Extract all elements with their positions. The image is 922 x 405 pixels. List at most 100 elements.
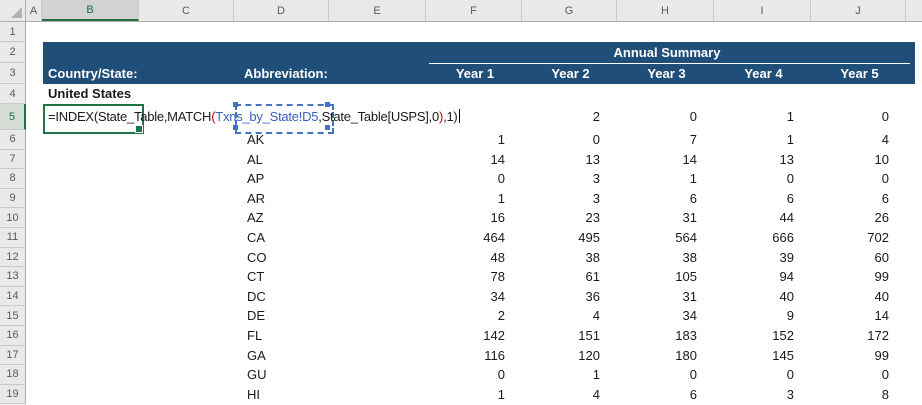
- row-header-2[interactable]: 2: [0, 42, 26, 63]
- row-header-5[interactable]: 5: [0, 104, 26, 130]
- cell-value[interactable]: 6: [618, 385, 715, 405]
- cell-value[interactable]: 142: [427, 326, 523, 346]
- cell-abbreviation[interactable]: AZ: [235, 208, 330, 228]
- select-all-corner[interactable]: [0, 0, 26, 21]
- row-header-17[interactable]: 17: [0, 345, 26, 366]
- year-header-3[interactable]: Year 3: [618, 63, 715, 84]
- year-header-4[interactable]: Year 4: [715, 63, 812, 84]
- row-header-8[interactable]: 8: [0, 169, 26, 189]
- cell-value[interactable]: 1: [715, 130, 812, 150]
- cell-value[interactable]: 34: [618, 306, 715, 326]
- cell-value[interactable]: 0: [618, 365, 715, 385]
- row-header-10[interactable]: 10: [0, 208, 26, 228]
- cell-value[interactable]: 2: [523, 104, 618, 130]
- cell-value[interactable]: 36: [523, 287, 618, 307]
- cell-value[interactable]: 0: [523, 130, 618, 150]
- cell-abbreviation[interactable]: AP: [235, 169, 330, 189]
- column-header-i[interactable]: I: [714, 0, 811, 21]
- cell-value[interactable]: 3: [523, 189, 618, 209]
- cell-abbreviation[interactable]: GA: [235, 346, 330, 366]
- cell-value[interactable]: 78: [427, 267, 523, 287]
- cell-value[interactable]: 94: [715, 267, 812, 287]
- cell-value[interactable]: 183: [618, 326, 715, 346]
- row-header-11[interactable]: 11: [0, 227, 26, 248]
- column-header-c[interactable]: C: [139, 0, 234, 21]
- cell-value[interactable]: 99: [812, 346, 907, 366]
- cell-value[interactable]: 0: [812, 365, 907, 385]
- column-header-f[interactable]: F: [426, 0, 522, 21]
- cell-value[interactable]: 151: [523, 326, 618, 346]
- column-header-j[interactable]: J: [811, 0, 906, 21]
- cell-value[interactable]: 38: [618, 248, 715, 268]
- column-header-h[interactable]: H: [617, 0, 714, 21]
- annual-summary-header[interactable]: Annual Summary: [427, 42, 907, 63]
- column-header-g[interactable]: G: [522, 0, 617, 21]
- row-header-7[interactable]: 7: [0, 149, 26, 170]
- cell-value[interactable]: 48: [427, 248, 523, 268]
- cell-value[interactable]: 702: [812, 228, 907, 248]
- cell-value[interactable]: 40: [715, 287, 812, 307]
- cell-value[interactable]: 0: [715, 365, 812, 385]
- cell-value[interactable]: 4: [523, 306, 618, 326]
- cell-abbreviation[interactable]: AK: [235, 130, 330, 150]
- cell-value[interactable]: 1: [715, 104, 812, 130]
- cell-abbreviation[interactable]: CT: [235, 267, 330, 287]
- cell-value[interactable]: 1: [427, 189, 523, 209]
- cell-value[interactable]: 13: [523, 150, 618, 170]
- cell-value[interactable]: 7: [618, 130, 715, 150]
- cell-value[interactable]: 4: [523, 385, 618, 405]
- cell-value[interactable]: 3: [715, 385, 812, 405]
- cell-value[interactable]: 1: [427, 130, 523, 150]
- cell-country-united-states[interactable]: United States: [48, 84, 131, 104]
- cell-value[interactable]: 172: [812, 326, 907, 346]
- column-header-e[interactable]: E: [329, 0, 426, 21]
- row-header-14[interactable]: 14: [0, 286, 26, 307]
- cell-value[interactable]: 16: [427, 208, 523, 228]
- cell-value[interactable]: 0: [427, 169, 523, 189]
- cell-value[interactable]: 99: [812, 267, 907, 287]
- cell-abbreviation[interactable]: DC: [235, 287, 330, 307]
- cell-value[interactable]: 31: [618, 287, 715, 307]
- cell-value[interactable]: 1: [618, 169, 715, 189]
- cell-value[interactable]: 0: [427, 365, 523, 385]
- cell-value[interactable]: 6: [618, 189, 715, 209]
- year-header-5[interactable]: Year 5: [812, 63, 907, 84]
- row-header-15[interactable]: 15: [0, 306, 26, 326]
- cell-value[interactable]: 14: [427, 150, 523, 170]
- cell-value[interactable]: 0: [618, 104, 715, 130]
- cell-value[interactable]: 23: [523, 208, 618, 228]
- row-header-12[interactable]: 12: [0, 247, 26, 268]
- cell-value[interactable]: 9: [715, 306, 812, 326]
- cell-abbreviation[interactable]: DE: [235, 306, 330, 326]
- formula-edit-text[interactable]: =INDEX(State_Table,MATCH(Txns_by_State!D…: [48, 104, 460, 130]
- cell-value[interactable]: 3: [523, 169, 618, 189]
- cell-value[interactable]: 152: [715, 326, 812, 346]
- cell-abbreviation[interactable]: AL: [235, 150, 330, 170]
- column-header-a[interactable]: A: [26, 0, 42, 21]
- cell-value[interactable]: 2: [427, 306, 523, 326]
- cell-value[interactable]: 40: [812, 287, 907, 307]
- row-header-3[interactable]: 3: [0, 63, 26, 84]
- country-state-header[interactable]: Country/State:: [48, 63, 138, 84]
- cell-value[interactable]: 6: [715, 189, 812, 209]
- cell-value[interactable]: 39: [715, 248, 812, 268]
- cell-abbreviation[interactable]: GU: [235, 365, 330, 385]
- column-header-d[interactable]: D: [234, 0, 329, 21]
- cell-abbreviation[interactable]: FL: [235, 326, 330, 346]
- row-header-6[interactable]: 6: [0, 130, 26, 150]
- cell-value[interactable]: 145: [715, 346, 812, 366]
- row-header-18[interactable]: 18: [0, 365, 26, 385]
- cell-value[interactable]: 666: [715, 228, 812, 248]
- row-header-9[interactable]: 9: [0, 188, 26, 209]
- abbreviation-header[interactable]: Abbreviation:: [244, 63, 328, 84]
- cell-value[interactable]: 180: [618, 346, 715, 366]
- row-header-4[interactable]: 4: [0, 84, 26, 104]
- cell-value[interactable]: 8: [812, 385, 907, 405]
- cell-value[interactable]: 4: [812, 130, 907, 150]
- cell-value[interactable]: 34: [427, 287, 523, 307]
- row-header-1[interactable]: 1: [0, 22, 26, 42]
- cell-value[interactable]: 0: [812, 169, 907, 189]
- cell-value[interactable]: 1: [427, 385, 523, 405]
- cell-value[interactable]: 14: [618, 150, 715, 170]
- row-header-19[interactable]: 19: [0, 384, 26, 405]
